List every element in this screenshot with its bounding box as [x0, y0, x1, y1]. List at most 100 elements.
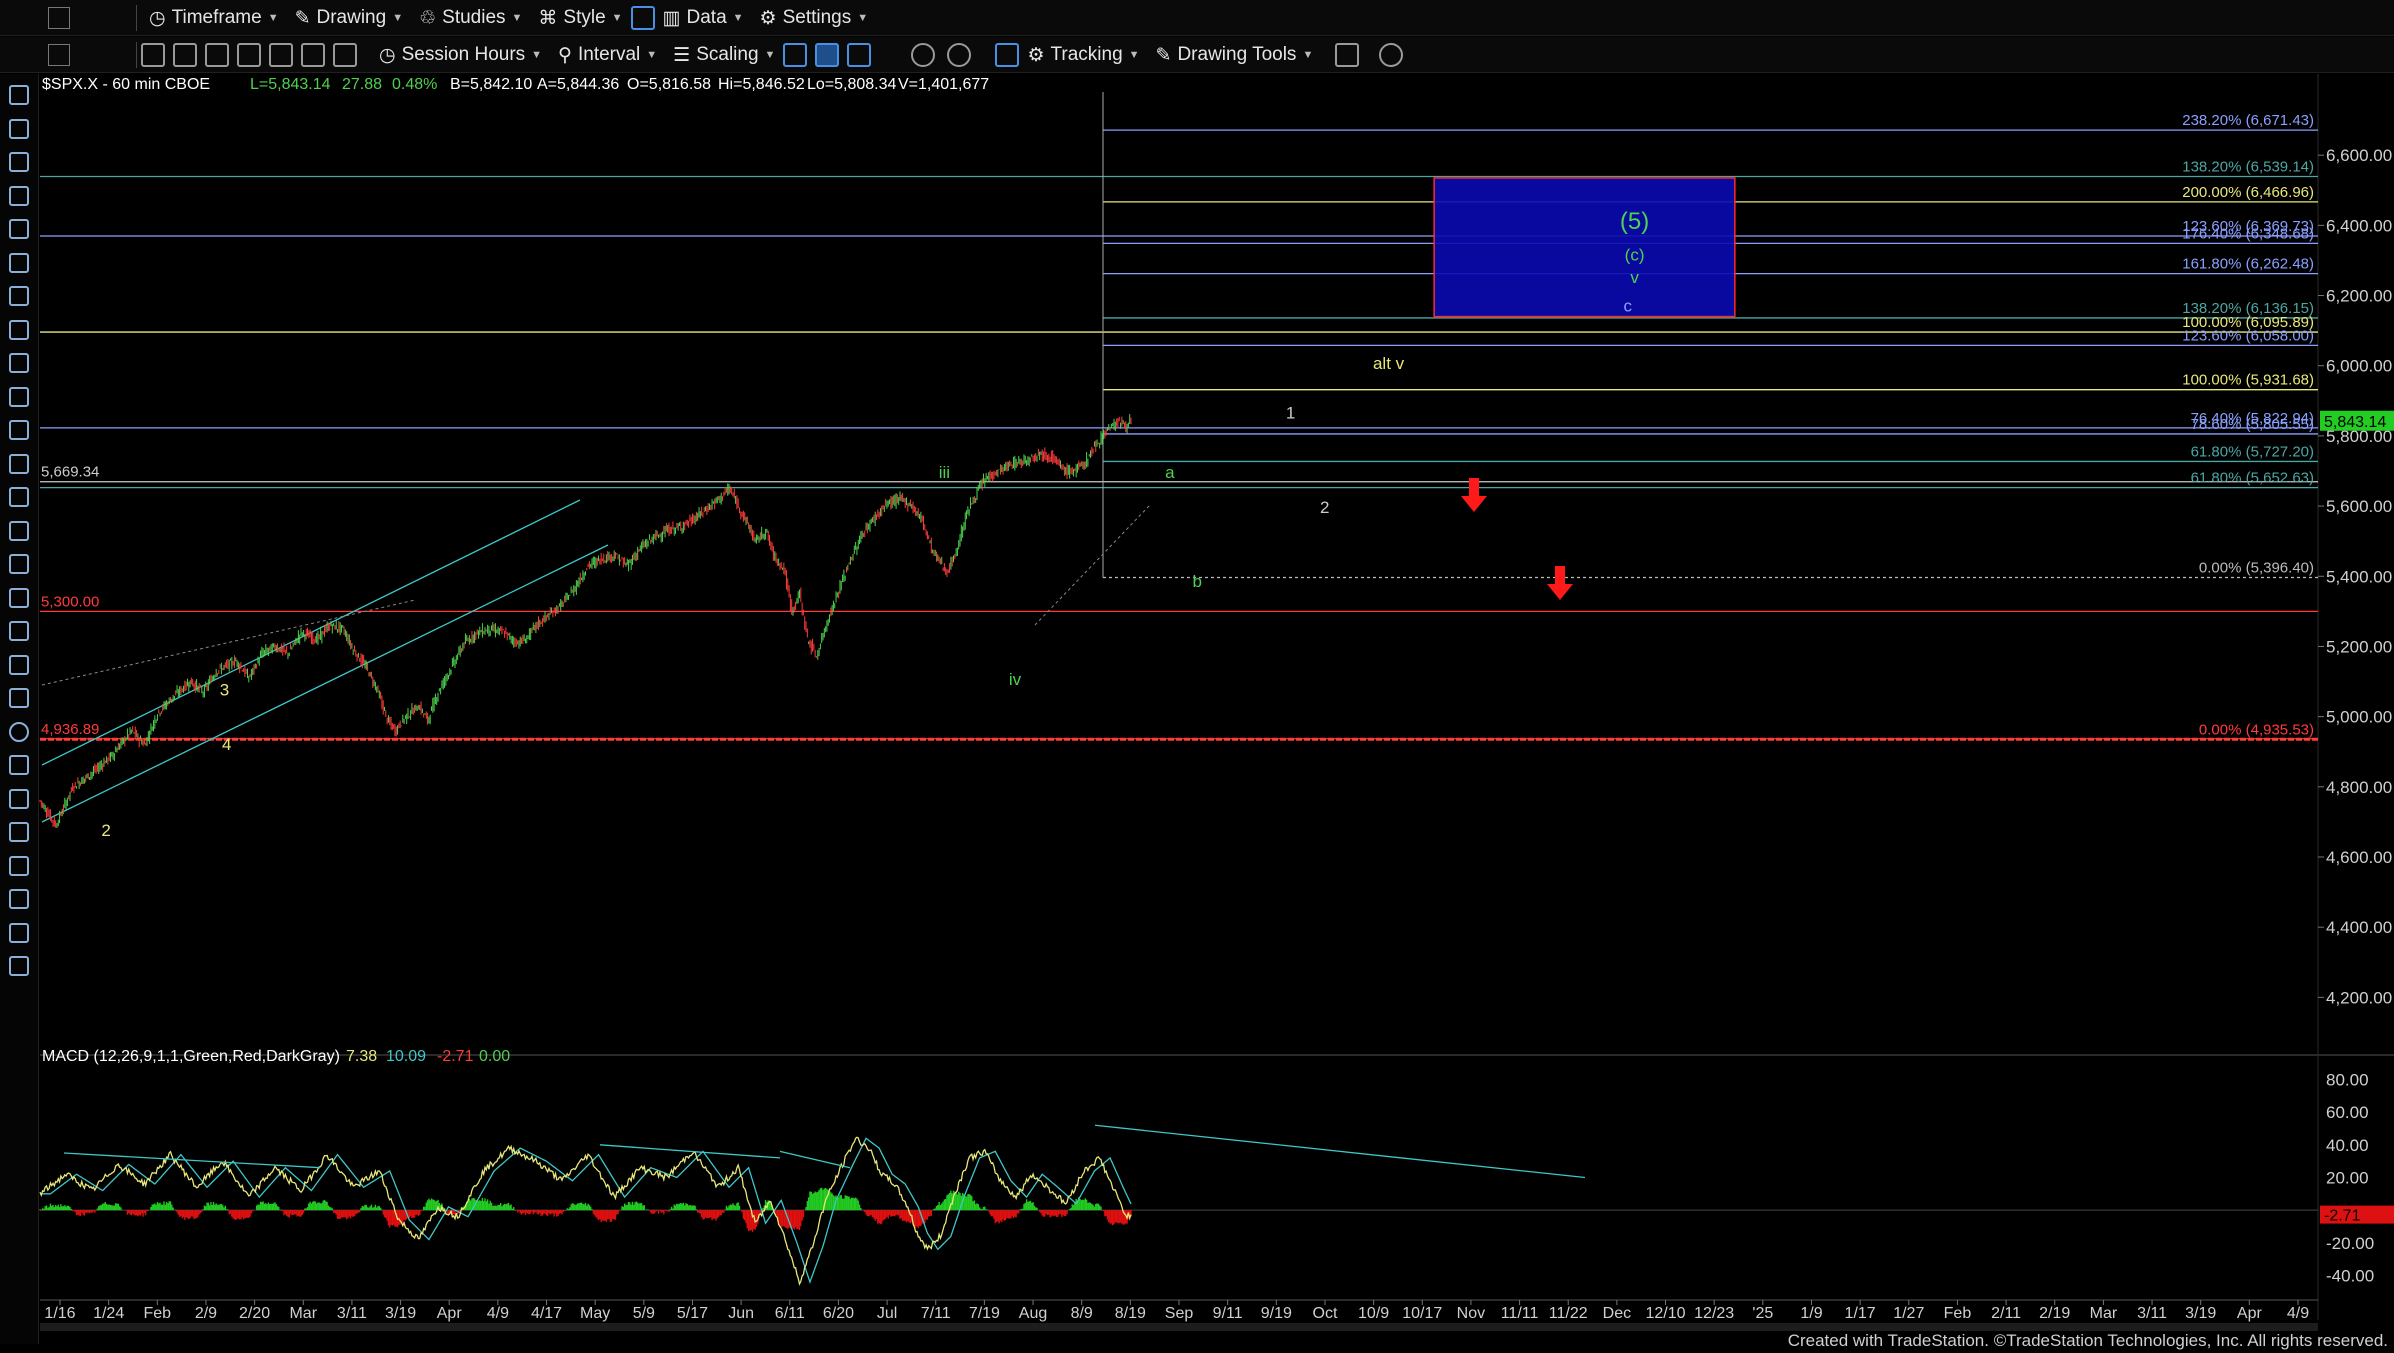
x-tick-label: 1/24	[93, 1305, 124, 1322]
drawing-menu[interactable]: ✎ Drawing ▼	[287, 3, 412, 33]
chevron-down-icon: ▼	[1302, 49, 1314, 61]
brush-icon[interactable]	[6, 149, 32, 175]
clock-icon: ◷	[149, 7, 166, 29]
arrow-up-icon-glyph	[9, 688, 29, 708]
chevron-down-icon: ▼	[611, 12, 623, 24]
price-tick-label: 4,200.00	[2326, 988, 2392, 1007]
measure-icon[interactable]	[6, 886, 32, 912]
drawing-tools-menu[interactable]: ✎ Drawing Tools ▼	[1148, 40, 1322, 70]
cursor-tool-icon[interactable]	[141, 43, 165, 67]
pitchfork-icon[interactable]	[6, 350, 32, 376]
zoom-in-icon[interactable]	[911, 43, 936, 67]
wave-label: iii	[939, 463, 950, 482]
eraser-icon-glyph	[9, 855, 29, 876]
macd-pane[interactable]	[40, 1056, 2318, 1302]
pencil-icon-glyph	[9, 587, 29, 608]
link-icon[interactable]	[173, 43, 197, 67]
pencil-icon[interactable]	[6, 585, 32, 611]
search-icon[interactable]	[301, 43, 325, 67]
x-tick-label: 8/19	[1115, 1305, 1146, 1322]
print-icon[interactable]	[237, 43, 261, 67]
window-icon[interactable]	[48, 7, 70, 29]
trendline-icon[interactable]	[6, 183, 32, 209]
scaling-menu[interactable]: ☰ Scaling ▼	[665, 40, 783, 70]
gann-icon[interactable]	[6, 518, 32, 544]
grid-tool-icon[interactable]	[6, 484, 32, 510]
x-tick-label: 9/19	[1261, 1305, 1292, 1322]
x-tick-label: 12/10	[1645, 1305, 1685, 1322]
fib-level-label: 61.80% (5,727.20)	[2191, 443, 2314, 460]
snapshot-icon[interactable]	[205, 43, 229, 67]
x-tick-label: 10/9	[1358, 1305, 1389, 1322]
bid-label: B=5,842.10	[450, 76, 532, 93]
rectangle-icon[interactable]	[6, 752, 32, 778]
level-line-label: 4,936.89	[41, 721, 99, 738]
layout-icon[interactable]	[630, 6, 655, 30]
horizontal-line-icon[interactable]	[6, 216, 32, 242]
fib-level-label: 100.00% (5,931.68)	[2182, 372, 2314, 389]
fib-level-label: 138.20% (6,539.14)	[2182, 159, 2314, 176]
color-icon[interactable]	[6, 953, 32, 979]
eraser-icon[interactable]	[6, 853, 32, 879]
session-hours-menu[interactable]: ◷ Session Hours ▼	[371, 40, 550, 70]
style-menu[interactable]: ⌘ Style ▼	[530, 3, 630, 33]
x-tick-label: 11/11	[1501, 1305, 1539, 1322]
fib-level-label: 176.40% (6,348.68)	[2182, 225, 2314, 242]
ruler-icon[interactable]	[6, 819, 32, 845]
x-tick-label: Jul	[877, 1305, 897, 1322]
gear-icon: ⚙	[759, 7, 777, 29]
pointer-icon[interactable]	[6, 82, 32, 108]
settings-menu[interactable]: ⚙ Settings ▼	[752, 3, 877, 33]
shapes-icon[interactable]	[6, 451, 32, 477]
fib-icon[interactable]	[6, 250, 32, 276]
wave-label: 3	[220, 681, 229, 700]
grid-icon[interactable]	[995, 43, 1020, 67]
horizontal-scrollbar[interactable]	[40, 1323, 2318, 1331]
low-label: Lo=5,808.34	[807, 76, 897, 93]
x-tick-label: 3/11	[2137, 1305, 2167, 1322]
timeframe-menu[interactable]: ◷ Timeframe ▼	[141, 3, 287, 33]
arrow-up-icon[interactable]	[6, 685, 32, 711]
cycle-icon[interactable]	[6, 317, 32, 343]
candle-style-icon[interactable]	[815, 43, 840, 67]
arc-icon[interactable]	[6, 618, 32, 644]
line-style-icon[interactable]	[847, 43, 872, 67]
text-icon[interactable]	[6, 786, 32, 812]
x-tick-label: Mar	[289, 1305, 317, 1322]
interval-menu[interactable]: ⚲ Interval ▼	[550, 40, 665, 70]
elliott-icon[interactable]	[6, 417, 32, 443]
main-toolbar: ◷ Timeframe ▼ ✎ Drawing ▼ ♲ Studies ▼ ⌘ Style ▼ ▥ Dat…	[0, 0, 2394, 36]
bar-style-icon[interactable]	[783, 43, 808, 67]
x-tick-label: 1/16	[44, 1305, 75, 1322]
x-tick-label: 12/23	[1694, 1305, 1734, 1322]
x-tick-label: Aug	[1019, 1305, 1047, 1322]
crosshair-icon[interactable]	[6, 116, 32, 142]
dots-icon[interactable]	[6, 551, 32, 577]
target-zone-box	[1433, 177, 1736, 318]
draw-mode-icon[interactable]	[6, 920, 32, 946]
fib-icon-glyph	[9, 252, 29, 273]
draw-mode-icon-glyph	[9, 922, 29, 943]
window-icon-2[interactable]	[48, 44, 70, 66]
wave-label: 2	[101, 821, 110, 840]
ellipse-icon[interactable]	[6, 719, 32, 745]
chart-canvas[interactable]: $SPX.X - 60 min CBOE L=5,843.14 27.88 0.48%…	[0, 0, 2394, 1353]
x-tick-label: 6/20	[823, 1305, 854, 1322]
zoom-out-icon[interactable]	[947, 43, 972, 67]
channel-icon[interactable]	[6, 283, 32, 309]
x-tick-label: Feb	[144, 1305, 172, 1322]
studies-menu[interactable]: ♲ Studies ▼	[411, 3, 530, 33]
save-icon[interactable]	[269, 43, 293, 67]
macd-tick-label: 60.00	[2326, 1103, 2369, 1122]
cloud-icon[interactable]	[1379, 43, 1404, 67]
price-pane[interactable]	[40, 74, 2318, 1054]
x-tick-label: '25	[1752, 1305, 1773, 1322]
tracking-menu[interactable]: ⚙ Tracking ▼	[1019, 40, 1147, 70]
refresh-icon[interactable]	[333, 43, 357, 67]
x-tick-label: 8/9	[1071, 1305, 1093, 1322]
data-menu[interactable]: ▥ Data ▼	[655, 3, 752, 33]
volume-icon[interactable]	[6, 384, 32, 410]
x-tick-label: Jun	[728, 1305, 754, 1322]
export-icon[interactable]	[1335, 43, 1360, 67]
arrow-down-icon[interactable]	[6, 652, 32, 678]
